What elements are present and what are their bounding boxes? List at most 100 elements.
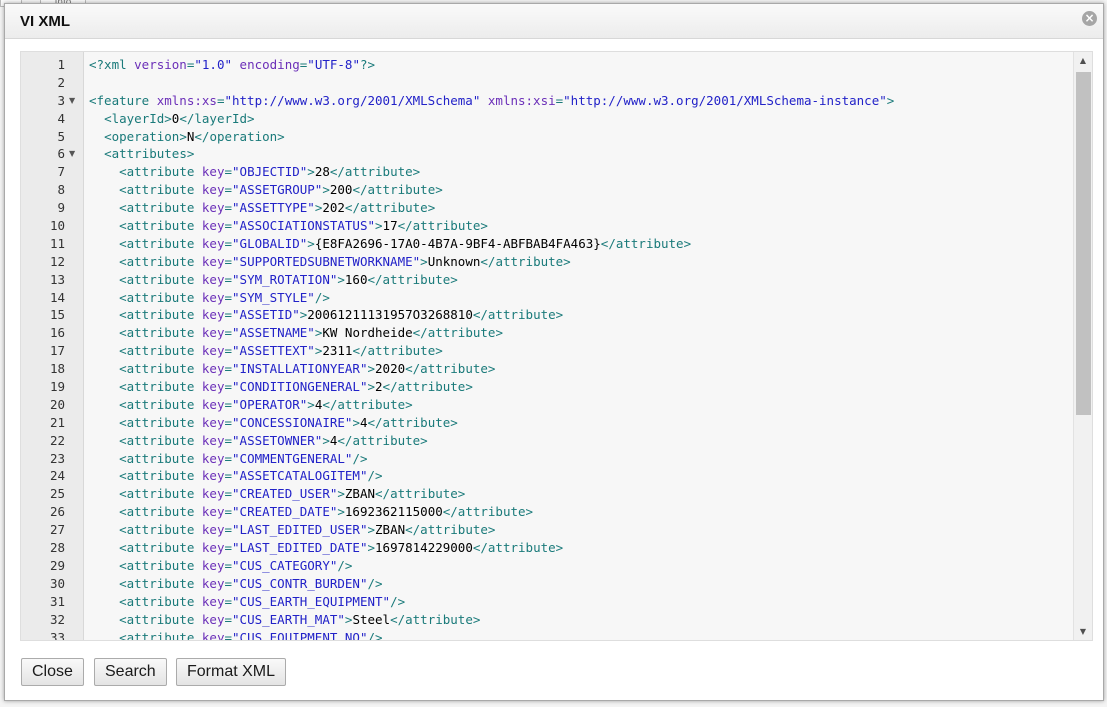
xml-token-text — [89, 504, 119, 519]
line-number: 11 — [49, 235, 65, 251]
xml-token-attr: key — [201, 575, 225, 591]
xml-token-tag: > — [420, 253, 428, 269]
code-line: 18 <attribute key="INSTALLATIONYEAR">202… — [21, 360, 1072, 378]
xml-code-editor[interactable]: 1 <?xml version="1.0" encoding="UTF-8"?> 2… — [20, 51, 1093, 641]
xml-token-tag: </attribute> — [600, 235, 692, 251]
close-icon[interactable]: × — [1082, 11, 1097, 26]
xml-token-val: "http://www.w3.org/2001/XMLSchema-instan… — [563, 92, 887, 108]
line-number: 19 — [49, 379, 65, 395]
xml-token-attr: key — [201, 450, 225, 466]
xml-token-tag: /> — [352, 450, 368, 466]
xml-token-val: "CONDITIONGENERAL" — [232, 379, 368, 395]
code-text: <attribute key="SYM_ROTATION">160</attri… — [89, 271, 458, 289]
xml-token-tag: <attribute — [119, 432, 202, 448]
code-lines[interactable]: 1 <?xml version="1.0" encoding="UTF-8"?> 2… — [21, 56, 1072, 641]
search-button[interactable]: Search — [94, 658, 167, 686]
xml-token-tag: = — [224, 593, 233, 609]
code-text: <attribute key="ASSETTYPE">202</attribut… — [89, 199, 435, 217]
code-line: 2 — [21, 74, 1072, 92]
line-number: 14 — [49, 289, 65, 305]
xml-token-tag: > — [367, 522, 376, 538]
code-line: 26 <attribute key="CREATED_DATE">1692362… — [21, 503, 1072, 521]
xml-token-text — [89, 111, 104, 126]
code-text: <attribute key="ASSETOWNER">4</attribute… — [89, 432, 428, 450]
xml-token-tag: = — [224, 343, 233, 359]
code-line: 28 <attribute key="LAST_EDITED_DATE">169… — [21, 539, 1072, 557]
xml-token-val: "ASSETID" — [232, 307, 300, 323]
xml-token-tag: = — [224, 468, 233, 484]
code-text: <attribute key="SUPPORTEDSUBNETWORKNAME"… — [89, 253, 571, 271]
fold-toggle-icon[interactable]: ▼ — [69, 145, 75, 163]
xml-token-tag: </attribute> — [405, 361, 496, 377]
code-line: 5 <operation>N</operation> — [21, 128, 1072, 146]
xml-token-attr: key — [201, 557, 225, 573]
xml-token-attr: xmlns:xs — [156, 92, 217, 108]
scroll-down-icon[interactable]: ▼ — [1074, 623, 1092, 640]
xml-token-val: "ASSETNAME" — [232, 325, 315, 341]
xml-token-text: 202 — [322, 200, 345, 216]
xml-token-tag: /> — [367, 468, 383, 484]
xml-token-val: "CREATED_DATE" — [232, 504, 338, 520]
xml-token-tag: <attribute — [119, 271, 202, 287]
xml-token-tag: = — [224, 289, 233, 305]
line-number: 32 — [49, 611, 65, 627]
xml-token-text — [89, 290, 119, 305]
xml-token-text: 2 — [375, 379, 383, 395]
xml-token-tag: <attribute — [119, 522, 202, 538]
code-line: 12 <attribute key="SUPPORTEDSUBNETWORKNA… — [21, 253, 1072, 271]
xml-token-text — [89, 164, 119, 179]
xml-token-tag: ?> — [359, 57, 376, 72]
xml-token-tag: <attribute — [119, 307, 202, 323]
xml-token-tag: = — [224, 235, 233, 251]
xml-token-text — [89, 343, 119, 358]
xml-token-text — [89, 630, 119, 641]
xml-token-tag: /> — [337, 557, 353, 573]
xml-token-attr: key — [201, 164, 225, 180]
close-button[interactable]: Close — [21, 658, 84, 686]
xml-token-tag: <attributes> — [104, 146, 195, 162]
xml-token-tag: <attribute — [119, 629, 202, 641]
vertical-scrollbar[interactable]: ▲ ▼ — [1073, 52, 1092, 640]
code-text: <attribute key="ASSETTEXT">2311</attribu… — [89, 342, 443, 360]
xml-token-tag: <attribute — [119, 540, 202, 556]
xml-token-attr: key — [201, 522, 225, 538]
xml-token-tag: = — [224, 629, 233, 641]
xml-token-tag: = — [224, 271, 233, 287]
code-line: 6 ▼ <attributes> — [21, 145, 1072, 163]
code-line: 30 <attribute key="CUS_CONTR_BURDEN"/> — [21, 575, 1072, 593]
code-text: <attribute key="CUS_CONTR_BURDEN"/> — [89, 575, 382, 593]
code-line: 4 <layerId>0</layerId> — [21, 110, 1072, 128]
xml-token-val: "ASSETGROUP" — [232, 182, 323, 198]
format-xml-button[interactable]: Format XML — [176, 658, 287, 686]
xml-token-text: KW Nordheide — [322, 325, 413, 341]
xml-token-text — [89, 433, 119, 448]
fold-toggle-icon[interactable]: ▼ — [69, 92, 75, 110]
xml-token-attr: key — [201, 253, 225, 269]
line-number: 3 — [57, 92, 65, 108]
scrollbar-thumb[interactable] — [1076, 72, 1091, 415]
line-number: 17 — [49, 343, 65, 359]
xml-token-val: "CUS_EARTH_EQUIPMENT" — [232, 593, 391, 609]
xml-token-tag: = — [224, 182, 233, 198]
xml-token-tag: = — [224, 253, 233, 269]
code-line: 9 <attribute key="ASSETTYPE">202</attrib… — [21, 199, 1072, 217]
xml-token-val: "http://www.w3.org/2001/XMLSchema" — [224, 92, 481, 108]
xml-token-tag: </attribute> — [382, 379, 473, 395]
line-number: 16 — [49, 325, 65, 341]
code-line: 21 <attribute key="CONCESSIONAIRE">4</at… — [21, 414, 1072, 432]
xml-token-text — [89, 307, 119, 322]
xml-token-val: "CUS_EARTH_MAT" — [232, 611, 345, 627]
xml-token-attr: key — [201, 325, 225, 341]
code-line: 27 <attribute key="LAST_EDITED_USER">ZBA… — [21, 521, 1072, 539]
xml-token-tag: <operation> — [104, 128, 187, 144]
xml-token-tag: <attribute — [119, 414, 202, 430]
xml-token-text — [89, 129, 104, 144]
xml-token-attr: key — [201, 182, 225, 198]
xml-token-tag: = — [224, 396, 233, 412]
xml-token-text — [89, 254, 119, 269]
xml-token-tag: /> — [390, 593, 406, 609]
line-number: 18 — [49, 361, 65, 377]
code-line: 3 ▼ <feature xmlns:xs="http://www.w3.org/2… — [21, 92, 1072, 110]
scroll-up-icon[interactable]: ▲ — [1074, 52, 1092, 69]
line-number: 13 — [49, 271, 65, 287]
